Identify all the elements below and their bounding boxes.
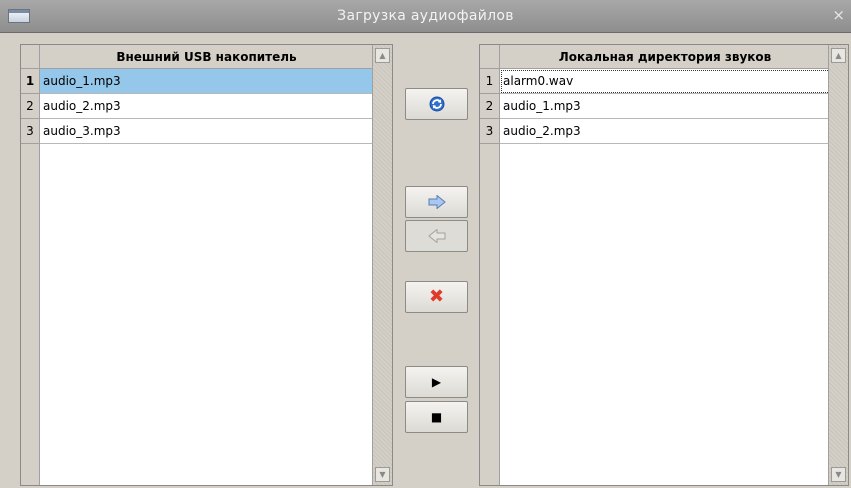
local-file-table: Локальная директория звуков 1 2 3 alarm0…	[479, 44, 849, 486]
table-row[interactable]: audio_2.mp3	[40, 94, 374, 119]
scroll-up-icon[interactable]: ▲	[831, 48, 846, 63]
row-number[interactable]: 3	[480, 119, 499, 144]
scroll-down-icon[interactable]: ▼	[831, 467, 846, 482]
table-row[interactable]: audio_1.mp3	[40, 69, 374, 94]
local-rows: alarm0.wav audio_1.mp3 audio_2.mp3	[500, 69, 831, 144]
refresh-button[interactable]	[405, 88, 468, 120]
usb-file-table: Внешний USB накопитель 1 2 3 audio_1.mp3…	[20, 44, 393, 486]
table-row[interactable]: audio_3.mp3	[40, 119, 374, 144]
row-number-column: 1 2 3	[480, 69, 500, 485]
scroll-up-icon[interactable]: ▲	[375, 48, 390, 63]
usb-rows: audio_1.mp3 audio_2.mp3 audio_3.mp3	[40, 69, 374, 144]
delete-icon: ✖	[428, 286, 445, 307]
title-bar: Загрузка аудиофайлов ×	[0, 0, 851, 33]
delete-button[interactable]: ✖	[405, 281, 468, 313]
stop-button[interactable]: ■	[405, 401, 468, 433]
row-number[interactable]: 2	[480, 94, 499, 119]
arrow-left-icon	[427, 229, 445, 243]
row-number[interactable]: 3	[21, 119, 39, 144]
row-number-column: 1 2 3	[21, 69, 40, 485]
table-row[interactable]: audio_2.mp3	[500, 119, 831, 144]
refresh-icon	[429, 96, 444, 112]
copy-to-local-button[interactable]	[405, 186, 468, 218]
table-row[interactable]: audio_1.mp3	[500, 94, 831, 119]
local-scrollbar[interactable]: ▲ ▼	[828, 45, 848, 485]
window-title: Загрузка аудиофайлов	[337, 8, 514, 24]
dialog-body: Внешний USB накопитель 1 2 3 audio_1.mp3…	[0, 34, 851, 488]
play-button[interactable]: ▶	[405, 366, 468, 398]
row-number[interactable]: 2	[21, 94, 39, 119]
table-corner	[480, 45, 500, 69]
table-row[interactable]: alarm0.wav	[500, 69, 831, 94]
scroll-down-icon[interactable]: ▼	[375, 467, 390, 482]
usb-column-header[interactable]: Внешний USB накопитель	[40, 45, 374, 69]
row-number[interactable]: 1	[21, 69, 39, 94]
play-icon: ▶	[431, 375, 442, 389]
stop-icon: ■	[430, 410, 443, 424]
row-number[interactable]: 1	[480, 69, 499, 94]
local-column-header[interactable]: Локальная директория звуков	[500, 45, 831, 69]
close-icon[interactable]: ×	[832, 8, 845, 23]
usb-scrollbar[interactable]: ▲ ▼	[372, 45, 392, 485]
arrow-right-icon	[428, 195, 446, 209]
table-corner	[21, 45, 40, 69]
copy-to-usb-button[interactable]	[405, 220, 468, 252]
